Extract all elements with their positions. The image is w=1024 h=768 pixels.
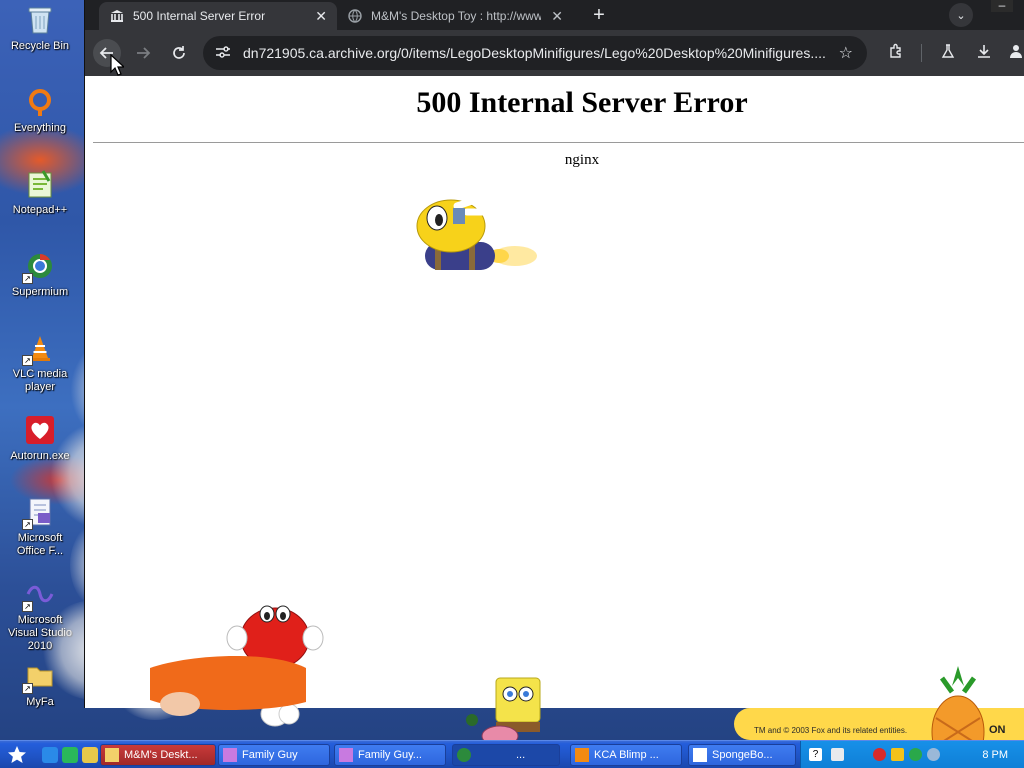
system-tray: ? 8 PM — [800, 741, 1024, 768]
task-supermium[interactable]: ... — [452, 744, 560, 766]
forward-button[interactable] — [129, 39, 157, 67]
antivirus-icon[interactable] — [873, 748, 886, 761]
recycle-bin-icon — [24, 4, 56, 36]
archive-building-icon — [109, 8, 125, 24]
tab-title: 500 Internal Server Error — [133, 9, 266, 23]
blimp-icon — [575, 748, 589, 762]
error-heading: 500 Internal Server Error — [416, 86, 748, 119]
task-label: SpongeBo... — [712, 749, 773, 761]
profile-icon[interactable] — [1007, 43, 1024, 64]
window-icon — [693, 748, 707, 762]
tab-500-error[interactable]: 500 Internal Server Error ✕ — [99, 2, 337, 30]
server-name: nginx — [564, 152, 600, 168]
notepad-plus-plus-icon — [24, 168, 56, 200]
yellow-mm-rocket-character[interactable] — [397, 186, 537, 290]
tray-app-icon[interactable] — [909, 748, 922, 761]
arrow-right-icon — [137, 47, 151, 59]
desktop-icon-notepad-plus-plus[interactable]: Notepad++ — [0, 168, 80, 217]
desktop-icon-recycle-bin[interactable]: Recycle Bin — [0, 4, 80, 53]
task-spongebob[interactable]: SpongeBo... — [688, 744, 796, 766]
credit-text: TM and © 2003 Fox and its related entiti… — [754, 726, 908, 735]
orange-logo-banner — [150, 655, 306, 716]
supermium-browser-icon: ↗ — [22, 250, 56, 284]
taskbar: M&M's Deskt... Family Guy Family Guy... … — [0, 740, 1024, 768]
desktop-icon-label: MyFa — [26, 696, 54, 708]
page-viewport: 500 Internal Server Error nginx — [85, 76, 1024, 727]
desktop-icon-supermium[interactable]: ↗ Supermium — [0, 250, 80, 299]
internet-explorer-icon[interactable] — [42, 747, 58, 763]
task-label: Family Guy — [242, 749, 298, 761]
task-label: M&M's Deskt... — [124, 749, 198, 761]
family-guy-icon — [223, 748, 237, 762]
labs-flask-icon[interactable] — [937, 43, 959, 64]
desktop-icon-label: Everything — [14, 122, 66, 134]
quick-launch-folder-icon[interactable] — [82, 747, 98, 763]
autorun-heart-logo-icon — [24, 414, 56, 446]
reload-button[interactable] — [165, 39, 193, 67]
office-document-icon: ↗ — [22, 496, 56, 530]
task-family-guy-2[interactable]: Family Guy... — [334, 744, 446, 766]
desktop-icon-label: Supermium — [11, 286, 69, 298]
credit-on-text: ON — [989, 724, 1006, 736]
shortcut-arrow-icon: ↗ — [22, 273, 33, 284]
settings-gear-icon[interactable] — [927, 748, 940, 761]
tab-title: M&M's Desktop Toy : http://www.c — [371, 9, 541, 23]
address-bar[interactable]: dn721905.ca.archive.org/0/items/LegoDesk… — [203, 36, 867, 70]
close-icon[interactable]: ✕ — [551, 8, 563, 25]
mouse-cursor-icon — [110, 54, 124, 76]
star-start-icon — [8, 746, 26, 763]
desktop-icon-label: Microsoft Office F... — [16, 532, 64, 557]
vlc-cone-icon: ↗ — [22, 332, 56, 366]
task-label: Family Guy... — [358, 749, 422, 761]
tab-strip: 500 Internal Server Error ✕ M&M's Deskto… — [85, 0, 1024, 30]
family-guy-icon — [339, 748, 353, 762]
desktop-icon-everything[interactable]: Everything — [0, 86, 80, 135]
reload-icon — [173, 46, 185, 59]
task-kca-blimp[interactable]: KCA Blimp ... — [570, 744, 682, 766]
spongebob-gary-character[interactable] — [460, 676, 560, 748]
everything-search-icon — [24, 86, 56, 118]
minimize-button[interactable]: – — [991, 0, 1013, 12]
bookmark-star-icon[interactable]: ☆ — [839, 43, 853, 63]
tab-mms-desktop-toy[interactable]: M&M's Desktop Toy : http://www.c ✕ — [337, 2, 573, 30]
help-icon[interactable]: ? — [809, 748, 822, 761]
shortcut-arrow-icon: ↗ — [22, 601, 33, 612]
download-icon[interactable] — [973, 43, 995, 64]
task-label: ... — [516, 749, 526, 761]
close-icon[interactable]: ✕ — [315, 8, 327, 25]
desktop-icon-vlc[interactable]: ↗ VLC media player — [0, 332, 80, 394]
shortcut-arrow-icon: ↗ — [22, 683, 33, 694]
new-tab-button[interactable]: + — [587, 4, 611, 26]
shield-icon[interactable] — [891, 748, 904, 761]
supermium-browser-icon — [457, 748, 471, 762]
tab-search-button[interactable]: ⌄ — [949, 3, 973, 27]
browser-toolbar: dn721905.ca.archive.org/0/items/LegoDesk… — [85, 30, 1024, 76]
url-text: dn721905.ca.archive.org/0/items/LegoDesk… — [243, 45, 826, 61]
start-button[interactable] — [0, 741, 34, 768]
clock[interactable]: 8 PM — [982, 749, 1008, 761]
task-label: KCA Blimp ... — [594, 749, 659, 761]
globe-icon — [347, 8, 363, 24]
toolbar-divider — [921, 44, 922, 62]
desktop-icon-label: Notepad++ — [12, 204, 68, 216]
shortcut-arrow-icon: ↗ — [22, 519, 33, 530]
horizontal-rule — [93, 142, 1024, 143]
extensions-icon[interactable] — [885, 43, 907, 64]
task-mms-desktop[interactable]: M&M's Deskt... — [100, 744, 216, 766]
browser-window: 500 Internal Server Error ✕ M&M's Deskto… — [84, 0, 1024, 727]
shortcut-arrow-icon: ↗ — [22, 355, 33, 366]
quick-launch-icon[interactable] — [62, 747, 78, 763]
desktop-icon-label: VLC media player — [12, 368, 68, 393]
desktop-icon-label: Recycle Bin — [10, 40, 70, 52]
visual-studio-icon: ↗ — [22, 578, 56, 612]
folder-icon — [105, 748, 119, 762]
site-settings-icon[interactable] — [215, 45, 237, 62]
network-icon[interactable] — [831, 748, 844, 761]
task-family-guy-1[interactable]: Family Guy — [218, 744, 330, 766]
